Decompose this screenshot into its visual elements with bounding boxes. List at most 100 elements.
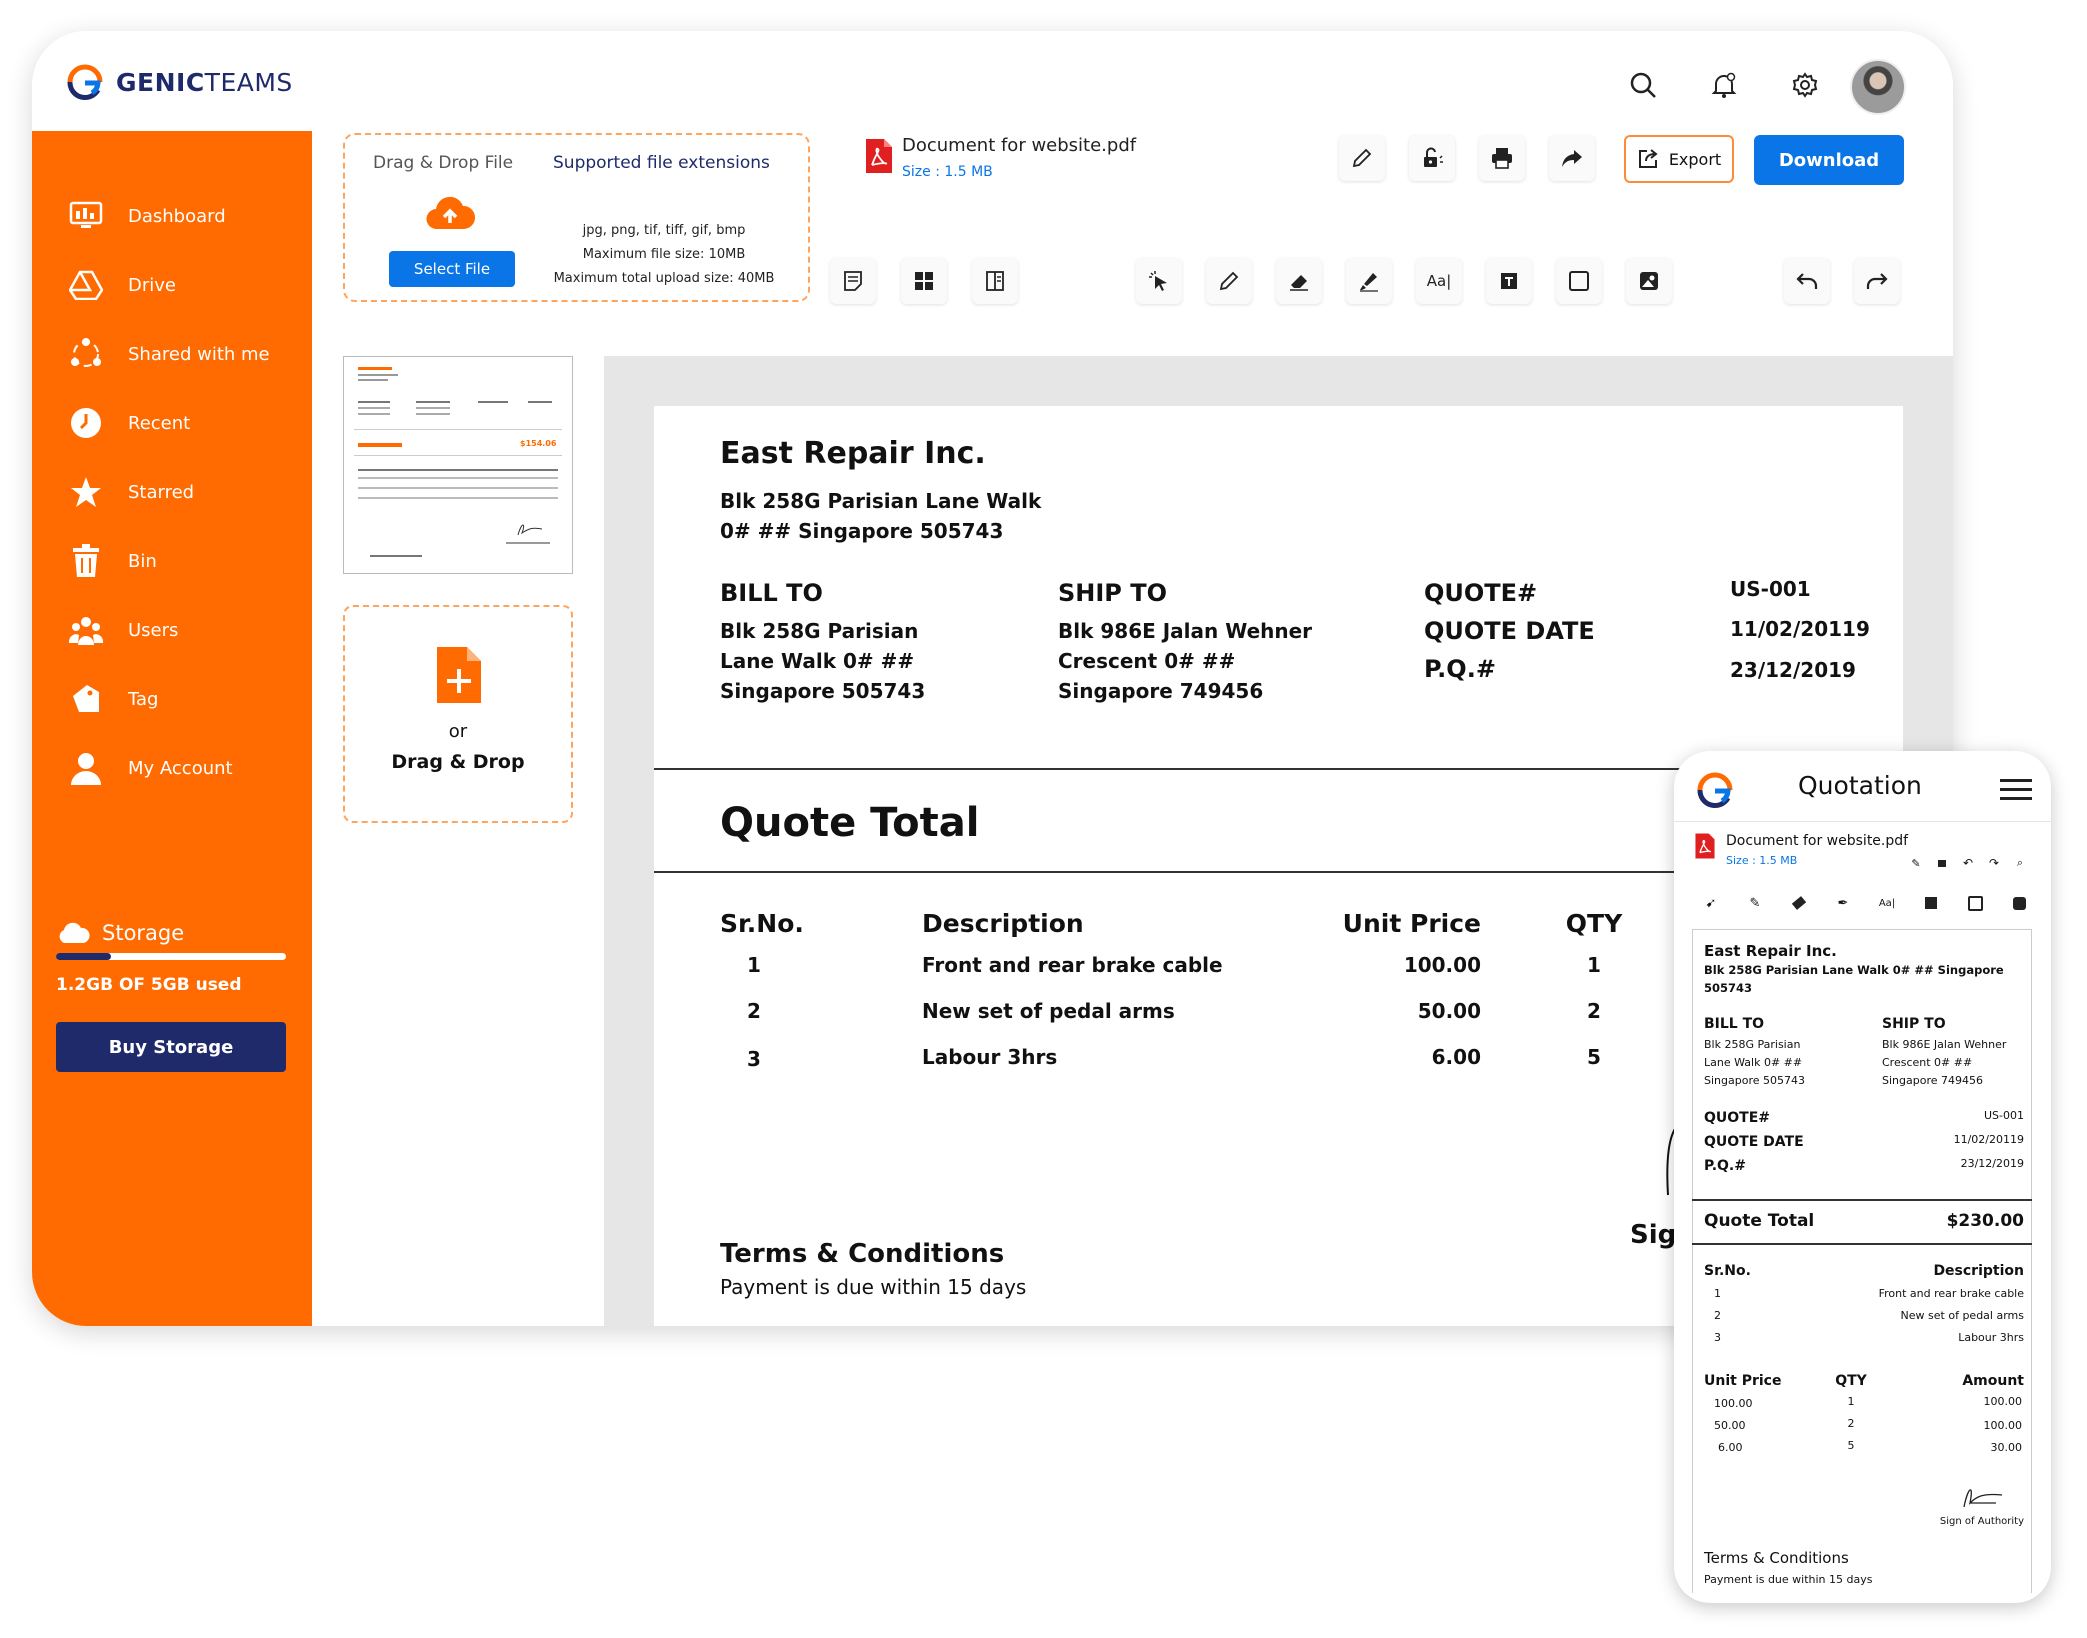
mobile-row-description: New set of pedal arms — [1900, 1309, 2024, 1322]
pencil-tool-button[interactable] — [1206, 258, 1252, 304]
drag-drop-zone[interactable]: or Drag & Drop — [343, 605, 573, 823]
thumb-terms-line — [370, 555, 422, 557]
image-tool-button[interactable] — [1626, 258, 1672, 304]
mobile-redo-button[interactable]: ↷ — [1984, 853, 2004, 873]
redo-button[interactable] — [1854, 258, 1900, 304]
sidebar-item-shared[interactable]: Shared with me — [68, 336, 270, 372]
eraser-icon — [1290, 275, 1308, 291]
genicteams-logo[interactable]: GENICTEAMS — [62, 59, 293, 105]
mobile-row-unit-price: 50.00 — [1714, 1419, 1746, 1432]
search-icon[interactable] — [1623, 65, 1663, 105]
mobile-rectangle-tool[interactable] — [1962, 890, 1988, 916]
mobile-row-qty: 5 — [1847, 1439, 1855, 1452]
unlock-button[interactable] — [1409, 135, 1455, 181]
mobile-header-qty: QTY — [1835, 1373, 1867, 1389]
sidebar-view-button[interactable] — [972, 258, 1018, 304]
share-button[interactable] — [1549, 135, 1595, 181]
sidebar-item-users[interactable]: Users — [68, 612, 178, 648]
text-aa-icon: Aa| — [1878, 897, 1896, 909]
mobile-ship-to-title: SHIP TO — [1882, 1016, 1946, 1032]
undo-icon: ↶ — [1962, 856, 1974, 870]
mobile-bill-to-line: Lane Walk 0# ## — [1704, 1056, 1803, 1069]
mobile-undo-button[interactable]: ↶ — [1958, 853, 1978, 873]
buy-storage-button[interactable]: Buy Storage — [56, 1022, 286, 1072]
sidebar-item-dashboard[interactable]: Dashboard — [68, 198, 226, 234]
quote-number-value: US-001 — [1730, 577, 1811, 601]
bill-to-title: BILL TO — [720, 579, 823, 607]
undo-icon — [1796, 273, 1818, 289]
sidebar-item-my-account[interactable]: My Account — [68, 750, 233, 786]
thumb-bill-line — [358, 407, 390, 409]
mobile-textbox-tool[interactable] — [1918, 890, 1944, 916]
mobile-header-amount: Amount — [1962, 1373, 2024, 1389]
divider — [1674, 821, 2051, 822]
upload-cloud-icon — [426, 196, 475, 230]
mobile-quote-total-title: Quote Total — [1704, 1211, 1815, 1231]
thumb-total-line — [358, 443, 402, 447]
select-file-button[interactable]: Select File — [389, 251, 515, 287]
print-button[interactable] — [1479, 135, 1525, 181]
logo-mark-icon[interactable] — [1692, 767, 1738, 813]
mobile-text-tool[interactable]: Aa| — [1874, 890, 1900, 916]
mobile-edit-button[interactable]: ✎ — [1906, 853, 1926, 873]
mobile-search-button[interactable]: ⌕ — [2010, 853, 2030, 873]
edit-pencil-button[interactable] — [1339, 135, 1385, 181]
notification-bell-icon[interactable] — [1704, 65, 1744, 105]
storage-progress-fill — [56, 953, 112, 960]
mobile-pencil-tool[interactable]: ✎ — [1742, 890, 1768, 916]
thumb-total-value: $154.06 — [520, 439, 557, 448]
rectangle-icon — [1967, 895, 1983, 911]
grid-view-button[interactable] — [901, 258, 947, 304]
upload-box[interactable]: Drag & Drop File Supported file extensio… — [343, 133, 810, 302]
mobile-app-window: Quotation Document for website.pdf Size … — [1674, 751, 2051, 1603]
eraser-tool-button[interactable] — [1276, 258, 1322, 304]
sidebar-item-bin[interactable]: Bin — [68, 543, 157, 579]
row-srno: 1 — [747, 953, 761, 977]
sidebar-item-tag[interactable]: Tag — [68, 681, 158, 717]
columns-icon — [986, 271, 1004, 291]
mobile-terms-title: Terms & Conditions — [1704, 1549, 1849, 1567]
text-tool-button[interactable]: Aa| — [1416, 258, 1462, 304]
textbox-tool-button[interactable] — [1486, 258, 1532, 304]
mobile-quote-number-value: US-001 — [1984, 1109, 2024, 1122]
hamburger-menu-icon[interactable] — [2000, 777, 2032, 803]
star-icon — [68, 474, 104, 510]
sidebar-item-recent[interactable]: Recent — [68, 405, 190, 441]
cloud-icon — [59, 922, 90, 943]
extensions-text: jpg, png, tif, tiff, gif, bmp — [582, 223, 746, 238]
mobile-image-tool[interactable] — [2006, 890, 2032, 916]
mobile-row-amount: 100.00 — [1983, 1395, 2023, 1408]
download-button[interactable]: Download — [1754, 135, 1904, 185]
sidebar-item-label: Dashboard — [128, 205, 226, 227]
sidebar-item-drive[interactable]: Drive — [68, 267, 176, 303]
desktop-app-window: GENICTEAMS Dashboard Drive Shared with m… — [32, 31, 1953, 1326]
mobile-document-name: Document for website.pdf — [1726, 833, 1909, 849]
select-tool-button[interactable] — [1136, 258, 1182, 304]
unlock-icon — [1424, 147, 1443, 167]
max-file-size-text: Maximum file size: 10MB — [582, 247, 746, 262]
mobile-eraser-tool[interactable] — [1786, 890, 1812, 916]
single-page-view-button[interactable] — [830, 258, 876, 304]
mobile-select-tool[interactable]: ➹ — [1698, 890, 1724, 916]
mobile-unlock-button[interactable] — [1932, 853, 1952, 873]
user-avatar[interactable] — [1850, 59, 1906, 115]
mobile-company-address: Blk 258G Parisian Lane Walk 0# ## Singap… — [1704, 961, 2024, 997]
mobile-highlighter-tool[interactable]: ✒ — [1830, 890, 1856, 916]
highlighter-tool-button[interactable] — [1346, 258, 1392, 304]
undo-button[interactable] — [1784, 258, 1830, 304]
row-description: Labour 3hrs — [922, 1045, 1058, 1069]
storage-progress-bar — [56, 953, 286, 960]
highlighter-icon — [1360, 273, 1378, 292]
mobile-row-srno: 1 — [1714, 1287, 1721, 1300]
bill-to-line: Lane Walk 0# ## — [720, 649, 915, 673]
mobile-row-description: Labour 3hrs — [1958, 1331, 2024, 1344]
settings-gear-icon[interactable] — [1785, 65, 1825, 105]
row-unit-price: 50.00 — [1417, 999, 1481, 1023]
sidebar-item-starred[interactable]: Starred — [68, 474, 194, 510]
page-thumbnail[interactable]: $154.06 — [343, 356, 573, 574]
rectangle-tool-button[interactable] — [1556, 258, 1602, 304]
drive-icon — [68, 267, 104, 303]
export-button[interactable]: Export — [1624, 135, 1734, 183]
drag-drop-label: Drag & Drop File — [373, 153, 514, 173]
logo-text: GENICTEAMS — [116, 67, 293, 97]
